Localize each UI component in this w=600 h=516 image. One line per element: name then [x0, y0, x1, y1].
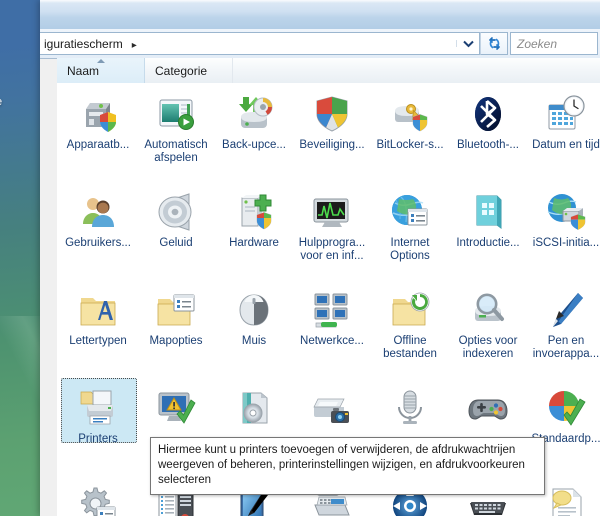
- control-panel-item-label: Datum en tijd: [532, 139, 600, 151]
- problem-reports-icon[interactable]: [137, 381, 215, 429]
- bluetooth-icon[interactable]: [449, 87, 527, 135]
- control-panel-item[interactable]: [371, 381, 449, 433]
- control-panel-item[interactable]: iSCSI-initia...: [527, 185, 600, 250]
- control-panel-item[interactable]: [59, 479, 137, 516]
- address-bar[interactable]: iguratiescherm ▸: [40, 32, 480, 55]
- backup-restore-icon[interactable]: [215, 87, 293, 135]
- control-panel-item-label: Gebruikers...: [65, 237, 131, 249]
- control-panel-item[interactable]: Netwerkce...: [293, 283, 371, 348]
- desktop-icon-label-partial: e: [0, 96, 2, 108]
- performance-monitor-icon[interactable]: [293, 185, 371, 233]
- control-panel-item[interactable]: BitLocker-s...: [371, 87, 449, 152]
- indexing-options-icon[interactable]: [449, 283, 527, 331]
- scanners-cameras-icon[interactable]: [293, 381, 371, 429]
- control-panel-item[interactable]: Back-upce...: [215, 87, 293, 152]
- column-header-naam[interactable]: Naam: [57, 58, 145, 83]
- control-panel-item-label: Pen en invoerappa...: [532, 335, 600, 360]
- bitlocker-icon[interactable]: [371, 87, 449, 135]
- speech-recognition-icon[interactable]: [371, 381, 449, 429]
- date-time-icon[interactable]: [527, 87, 600, 135]
- control-panel-item-label: Bluetooth-...: [456, 139, 519, 151]
- control-panel-item[interactable]: Introductie...: [449, 185, 527, 250]
- getting-started-icon[interactable]: [449, 185, 527, 233]
- control-panel-item[interactable]: Beveiliging...: [293, 87, 371, 152]
- control-panel-item[interactable]: [137, 381, 215, 433]
- column-header-categorie[interactable]: Categorie: [145, 58, 233, 83]
- control-panel-item[interactable]: Hardware: [215, 185, 293, 250]
- control-panel-item[interactable]: Hulpprogra... voor en inf...: [293, 185, 371, 263]
- sound-speaker-icon[interactable]: [137, 185, 215, 233]
- window-title-bar[interactable]: [40, 0, 600, 30]
- iscsi-initiator-icon[interactable]: [527, 185, 600, 233]
- control-panel-item-label: Back-upce...: [222, 139, 286, 151]
- control-panel-item-label: Opties voor indexeren: [458, 335, 518, 360]
- refresh-icon[interactable]: [480, 32, 508, 55]
- printers-icon[interactable]: [59, 381, 137, 429]
- folder-options-icon[interactable]: [137, 283, 215, 331]
- control-panel-item-label: Beveiliging...: [299, 139, 365, 151]
- title-bar-glass-highlight: [40, 0, 600, 3]
- control-panel-item-label: BitLocker-s...: [376, 139, 444, 151]
- search-input[interactable]: Zoeken: [510, 32, 598, 55]
- pen-input-icon[interactable]: [527, 283, 600, 331]
- tooltip: Hiermee kunt u printers toevoegen of ver…: [150, 437, 545, 495]
- control-panel-item-label: Introductie...: [456, 237, 520, 249]
- control-panel-item[interactable]: Muis: [215, 283, 293, 348]
- default-programs-icon[interactable]: [527, 381, 600, 429]
- address-toolbar: iguratiescherm ▸ Zoeken: [40, 29, 600, 59]
- fonts-folder-icon[interactable]: [59, 283, 137, 331]
- control-panel-item[interactable]: Apparaatb...: [59, 87, 137, 152]
- control-panel-item-label: Netwerkce...: [300, 335, 364, 347]
- offline-files-icon[interactable]: [371, 283, 449, 331]
- column-header-row: Naam Categorie: [57, 58, 600, 84]
- control-panel-item-label: Internet Options: [390, 237, 430, 262]
- sort-ascending-icon: [96, 59, 105, 63]
- control-panel-item[interactable]: [215, 381, 293, 433]
- column-header-naam-label: Naam: [67, 63, 100, 78]
- chevron-down-icon[interactable]: [456, 40, 479, 48]
- control-panel-item[interactable]: Internet Options: [371, 185, 449, 263]
- control-panel-item-label: Geluid: [159, 237, 193, 249]
- internet-options-icon[interactable]: [371, 185, 449, 233]
- control-panel-item[interactable]: Printers: [59, 378, 137, 446]
- programs-features-icon[interactable]: [215, 381, 293, 429]
- column-header-categorie-label: Categorie: [155, 63, 208, 78]
- control-panel-item[interactable]: Bluetooth-...: [449, 87, 527, 152]
- security-shield-icon[interactable]: [293, 87, 371, 135]
- control-panel-item-label: Lettertypen: [69, 335, 127, 347]
- control-panel-item[interactable]: Mapopties: [137, 283, 215, 348]
- control-panel-item-label: Printers: [78, 433, 118, 445]
- breadcrumb-separator-icon[interactable]: ▸: [132, 40, 137, 51]
- control-panel-item[interactable]: Geluid: [137, 185, 215, 250]
- user-accounts-icon[interactable]: [59, 185, 137, 233]
- control-panel-item[interactable]: [293, 381, 371, 433]
- control-panel-item[interactable]: Offline bestanden: [371, 283, 449, 361]
- device-manager-icon[interactable]: [59, 87, 137, 135]
- control-panel-item-label: Apparaatb...: [66, 139, 130, 151]
- hardware-add-icon[interactable]: [215, 185, 293, 233]
- network-center-icon[interactable]: [293, 283, 371, 331]
- control-panel-item-label: Hardware: [229, 237, 279, 249]
- breadcrumb[interactable]: iguratiescherm ▸: [40, 37, 144, 51]
- control-panel-item-label: Offline bestanden: [383, 335, 437, 360]
- column-header-filler: [233, 58, 600, 83]
- control-panel-item-label: iSCSI-initia...: [532, 237, 600, 249]
- system-config-icon[interactable]: [59, 479, 137, 516]
- control-panel-item[interactable]: Datum en tijd: [527, 87, 600, 152]
- autoplay-icon[interactable]: [137, 87, 215, 135]
- control-panel-item[interactable]: Lettertypen: [59, 283, 137, 348]
- explorer-window: iguratiescherm ▸ Zoeken Naam Categorie A…: [40, 0, 600, 516]
- game-controllers-icon[interactable]: [449, 381, 527, 429]
- control-panel-item[interactable]: Gebruikers...: [59, 185, 137, 250]
- control-panel-item[interactable]: Pen en invoerappa...: [527, 283, 600, 361]
- control-panel-item-label: Automatisch afspelen: [144, 139, 208, 164]
- control-panel-item[interactable]: Automatisch afspelen: [137, 87, 215, 165]
- control-panel-item[interactable]: Opties voor indexeren: [449, 283, 527, 361]
- control-panel-item-label: Mapopties: [149, 335, 203, 347]
- control-panel-item-label: Hulpprogra... voor en inf...: [298, 237, 366, 262]
- breadcrumb-segment-control-panel[interactable]: iguratiescherm: [44, 37, 123, 51]
- control-panel-item-label: Muis: [241, 335, 267, 347]
- mouse-icon[interactable]: [215, 283, 293, 331]
